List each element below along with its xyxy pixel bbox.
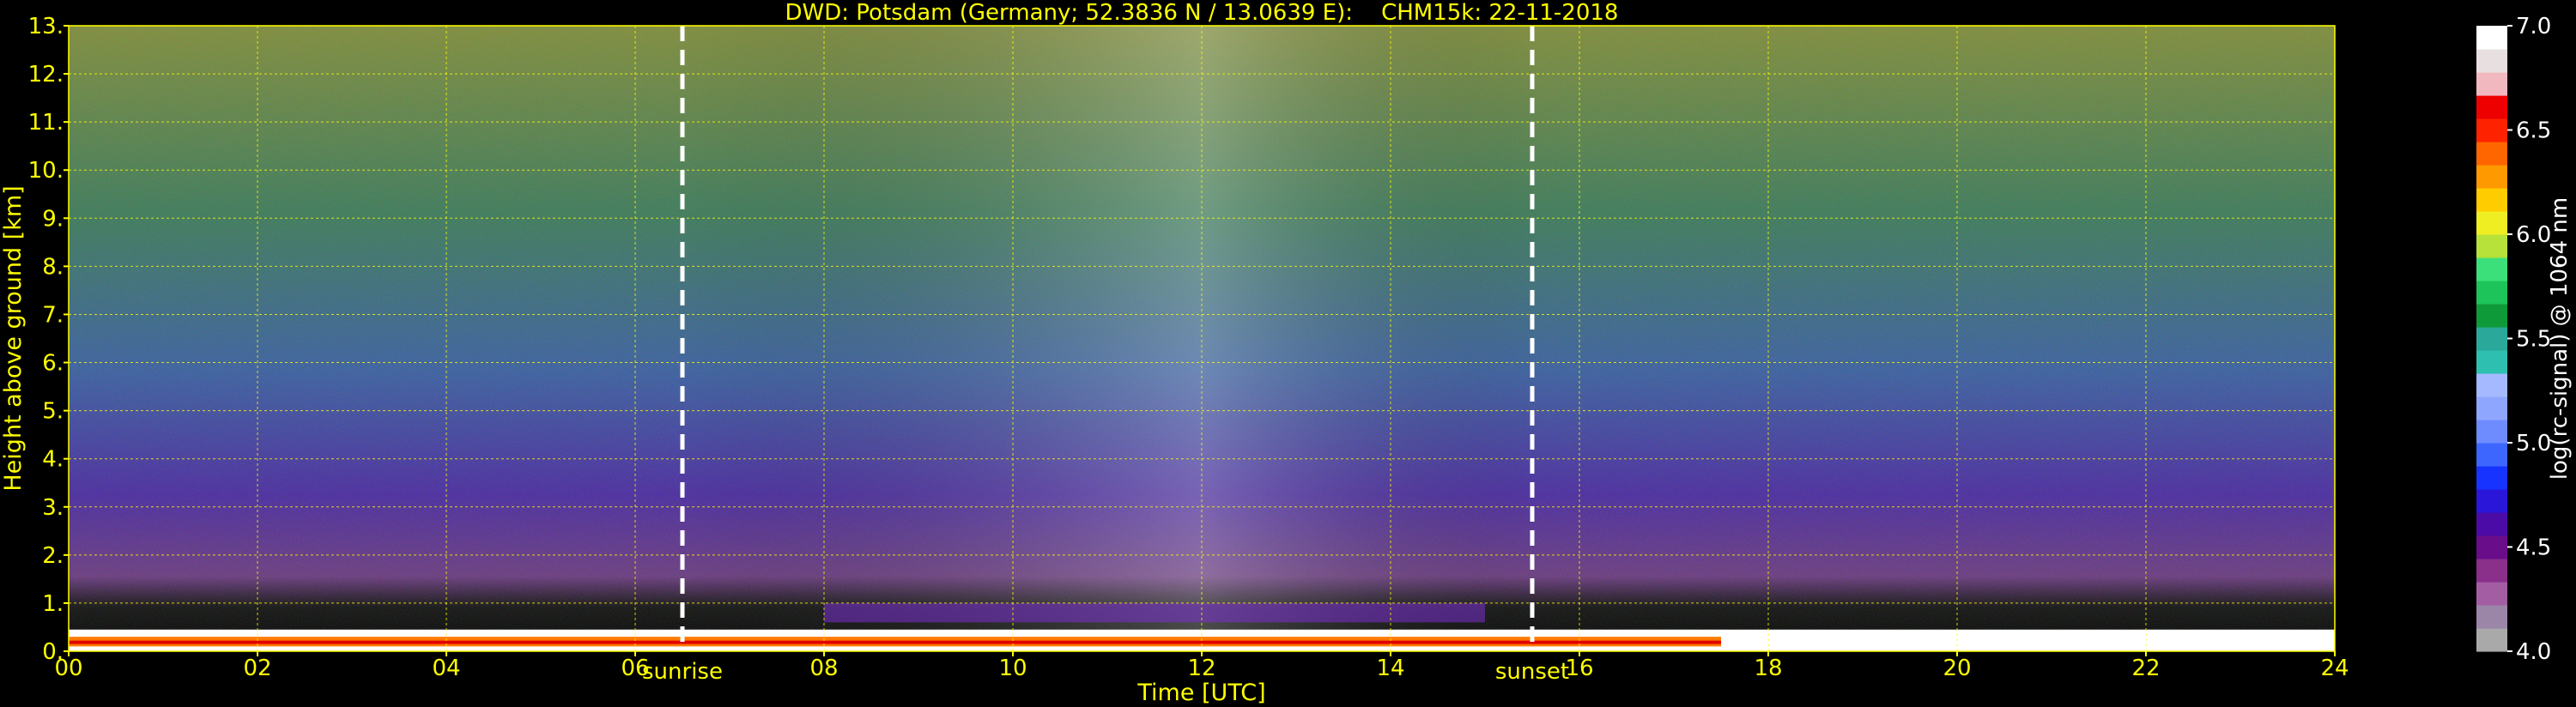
colorbar-segment — [2476, 118, 2507, 142]
y-tick-label: 3. — [42, 495, 64, 521]
y-tick-label: 9. — [42, 206, 64, 232]
y-tick-label: 10. — [28, 158, 64, 184]
colorbar-segment — [2476, 628, 2507, 652]
colorbar-segment — [2476, 257, 2507, 281]
colorbar-tick-label: 4.0 — [2516, 639, 2551, 665]
colorbar-segment — [2476, 327, 2507, 351]
y-tick-label: 5. — [42, 399, 64, 425]
colorbar-segment — [2476, 443, 2507, 467]
y-tick-label: 4. — [42, 447, 64, 473]
x-tick-label: 12 — [1187, 656, 1215, 681]
colorbar-tick-label: 7.0 — [2516, 14, 2551, 39]
colorbar: 4.04.55.05.56.06.57.0log(rc-signal) @ 10… — [2476, 14, 2573, 665]
colorbar-segment — [2476, 72, 2507, 96]
colorbar-segment — [2476, 350, 2507, 374]
y-tick-label: 8. — [42, 254, 64, 280]
colorbar-segment — [2476, 396, 2507, 420]
colorbar-segment — [2476, 605, 2507, 629]
sunrise-label: sunrise — [642, 659, 723, 685]
colorbar-label: log(rc-signal) @ 1064 nm — [2547, 197, 2573, 480]
x-tick-label: 18 — [1754, 656, 1782, 681]
colorbar-tick-label: 4.5 — [2516, 535, 2551, 561]
colorbar-segment — [2476, 535, 2507, 559]
y-axis-label: Height above ground [km] — [0, 185, 27, 491]
y-tick-label: 12. — [28, 62, 64, 88]
midday-layer — [824, 602, 1485, 623]
colorbar-segment — [2476, 49, 2507, 73]
x-tick-label: 02 — [243, 656, 271, 681]
colorbar-segment — [2476, 95, 2507, 119]
y-tick-label: 1. — [42, 591, 64, 617]
colorbar-tick-label: 6.5 — [2516, 118, 2551, 144]
colorbar-segment — [2476, 234, 2507, 258]
colorbar-segment — [2476, 281, 2507, 305]
y-tick-label: 13. — [28, 14, 64, 39]
colorbar-segment — [2476, 304, 2507, 328]
x-axis-label: Time [UTC] — [1136, 680, 1265, 706]
sunset-label: sunset — [1495, 659, 1569, 685]
colorbar-segment — [2476, 142, 2507, 166]
colorbar-segment — [2476, 512, 2507, 536]
y-tick-label: 7. — [42, 302, 64, 328]
x-tick-label: 08 — [809, 656, 838, 681]
y-tick-label: 0. — [42, 639, 64, 665]
colorbar-segment — [2476, 26, 2507, 50]
colorbar-segment — [2476, 188, 2507, 212]
x-tick-label: 06 — [621, 656, 649, 681]
x-tick-label: 22 — [2131, 656, 2160, 681]
x-tick-label: 10 — [998, 656, 1027, 681]
y-tick-label: 2. — [42, 543, 64, 569]
x-tick-label: 20 — [1943, 656, 1971, 681]
x-tick-label: 24 — [2320, 656, 2349, 681]
x-tick-label: 04 — [432, 656, 460, 681]
y-tick-label: 6. — [42, 351, 64, 377]
boundary-layer-red — [69, 640, 1721, 644]
colorbar-segment — [2476, 582, 2507, 606]
colorbar-segment — [2476, 165, 2507, 189]
x-tick-label: 16 — [1565, 656, 1593, 681]
colorbar-segment — [2476, 211, 2507, 235]
x-tick-label: 14 — [1376, 656, 1404, 681]
colorbar-segment — [2476, 466, 2507, 490]
colorbar-segment — [2476, 489, 2507, 513]
colorbar-segment — [2476, 420, 2507, 444]
colorbar-segment — [2476, 373, 2507, 397]
y-tick-label: 11. — [28, 110, 64, 136]
colorbar-segment — [2476, 559, 2507, 583]
ceilometer-chart: sunrise sunset 00 02 04 06 08 10 12 14 16 18 20 22 24… — [0, 14, 2573, 706]
